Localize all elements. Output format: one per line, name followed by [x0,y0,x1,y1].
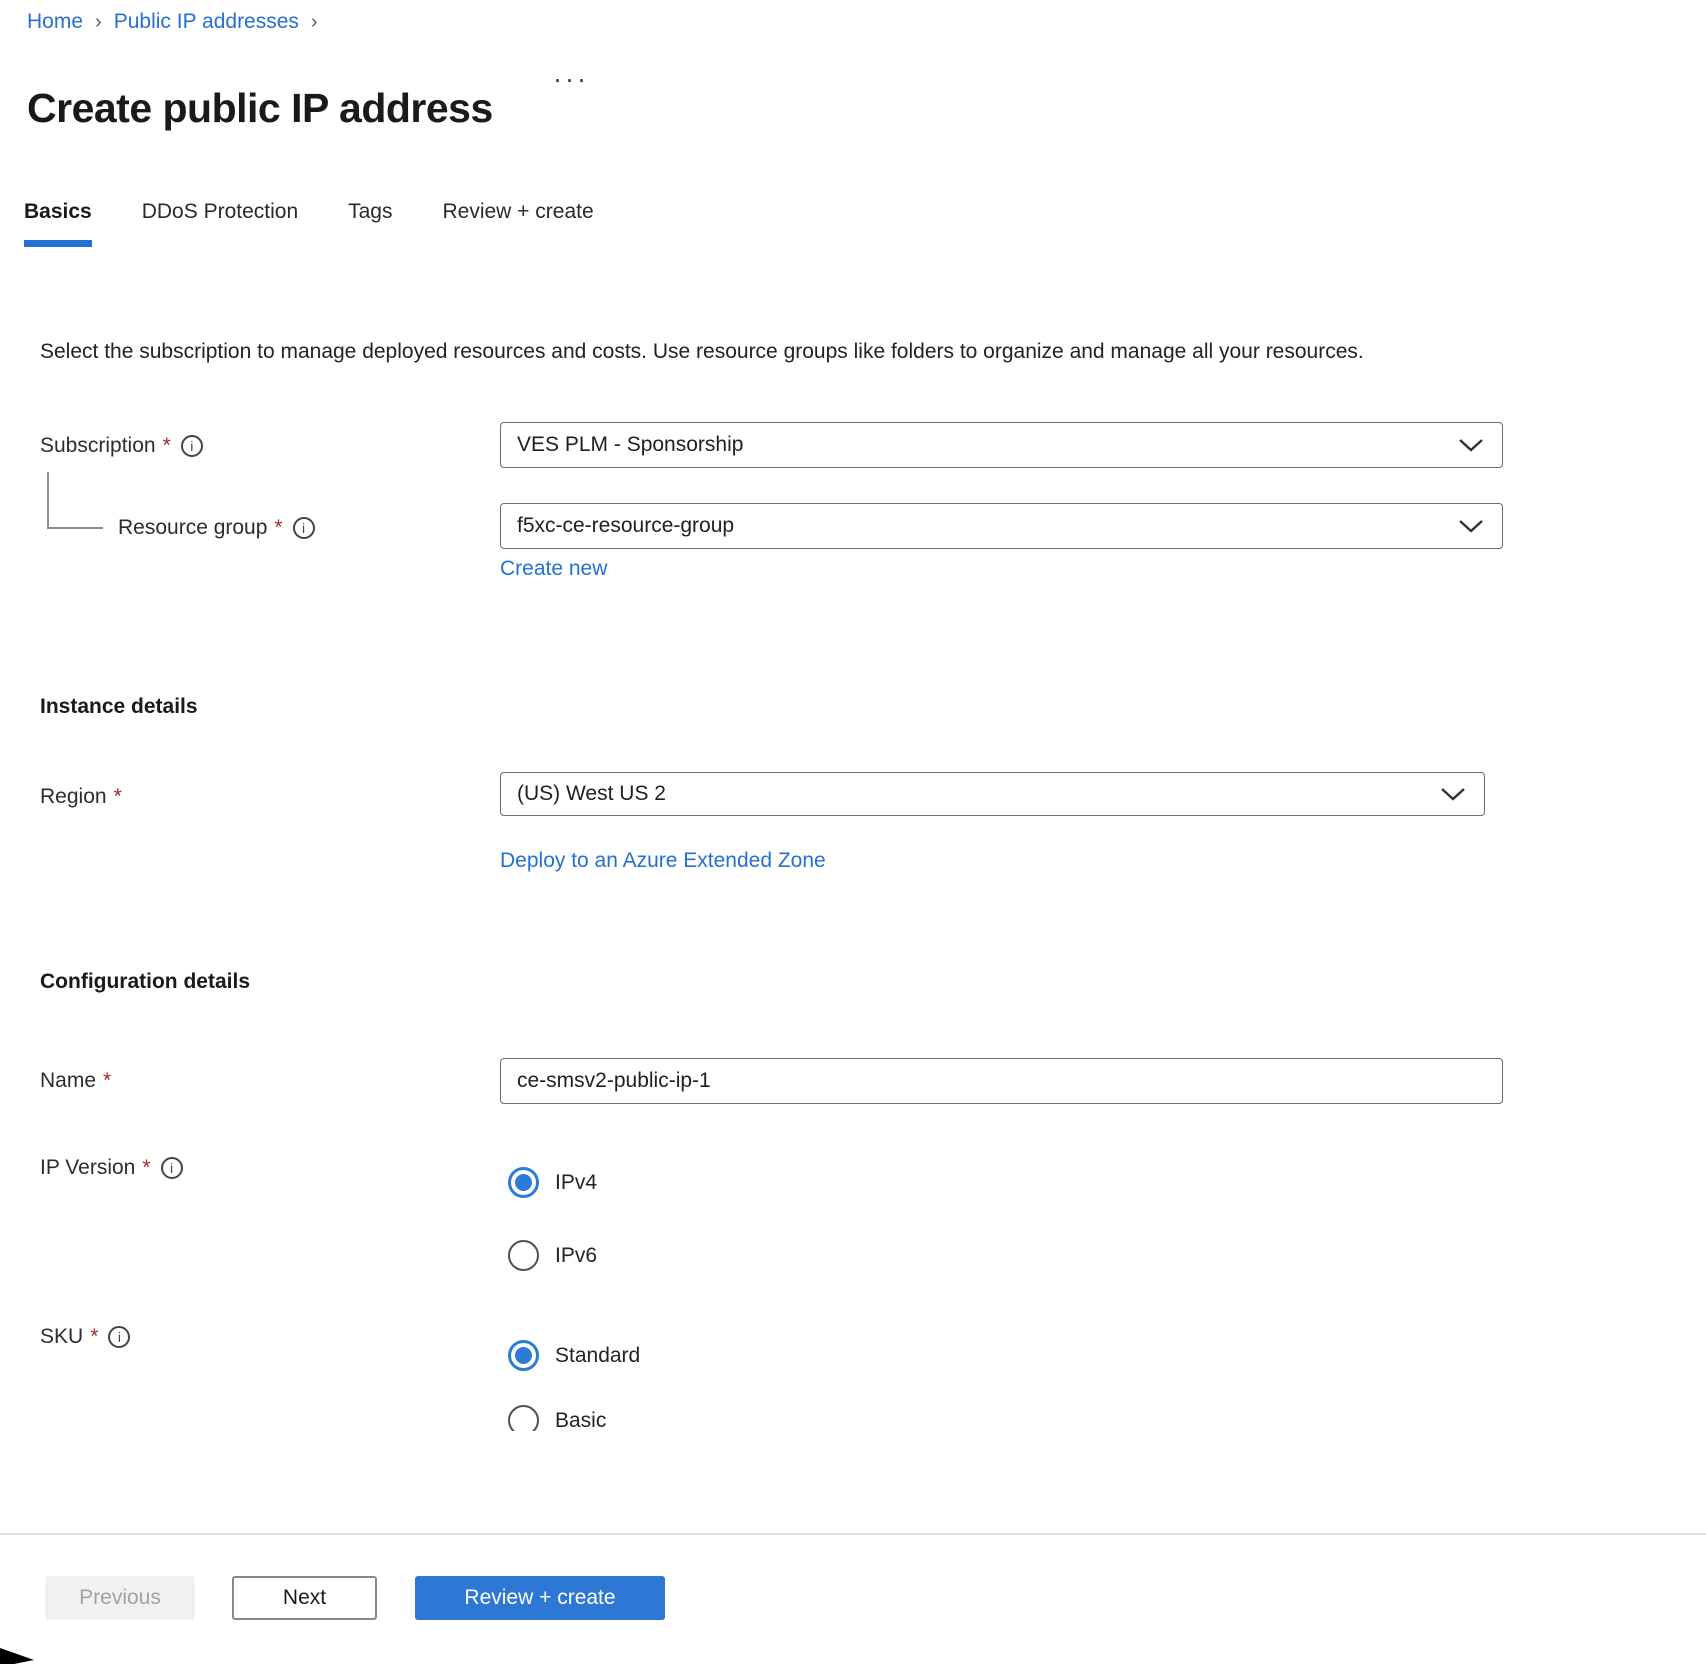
hierarchy-connector [47,527,103,529]
breadcrumb-home-link[interactable]: Home [27,10,83,34]
breadcrumb-separator-icon: › [311,11,318,34]
ipv6-radio[interactable] [508,1240,539,1271]
subscription-select[interactable]: VES PLM - Sponsorship [500,422,1503,468]
create-public-ip-page: { "ui": { "breadcrumb_separator": "›", "… [0,0,1706,1664]
resource-group-label: Resource group * i [118,516,315,540]
next-button[interactable]: Next [232,1576,377,1620]
tab-tags[interactable]: Tags [348,200,392,247]
tab-bar: Basics DDoS Protection Tags Review + cre… [24,200,594,247]
name-input[interactable] [500,1058,1503,1104]
region-select[interactable]: (US) West US 2 [500,772,1485,816]
info-icon[interactable]: i [293,517,315,539]
sku-label: SKU * i [40,1325,130,1349]
sku-basic-radio-label[interactable]: Basic [555,1409,606,1431]
tab-review-create[interactable]: Review + create [442,200,593,247]
previous-button[interactable]: Previous [45,1576,195,1620]
ipv6-radio-label[interactable]: IPv6 [555,1244,597,1268]
form-scroll-area: Home › Public IP addresses › Create publ… [0,0,1706,1431]
resource-group-label-text: Resource group [118,516,267,540]
more-menu-icon[interactable]: ··· [553,64,589,95]
resource-group-select[interactable]: f5xc-ce-resource-group [500,503,1503,549]
region-label-text: Region [40,785,107,809]
deploy-extended-zone-link[interactable]: Deploy to an Azure Extended Zone [500,849,826,873]
name-label: Name * [40,1069,111,1093]
ip-version-label: IP Version * i [40,1156,183,1180]
chevron-down-icon [1458,519,1484,533]
instance-details-heading: Instance details [40,695,198,719]
breadcrumb: Home › Public IP addresses › [27,10,318,34]
required-marker: * [142,1156,150,1180]
mouse-cursor [0,1646,36,1664]
ipv4-radio-label[interactable]: IPv4 [555,1171,597,1195]
sku-standard-radio[interactable] [508,1340,539,1371]
page-title: Create public IP address [27,85,493,132]
region-value: (US) West US 2 [517,782,666,806]
footer-action-bar: Previous Next Review + create [0,1535,1706,1664]
create-new-link[interactable]: Create new [500,557,607,581]
required-marker: * [163,434,171,458]
breadcrumb-public-ip-link[interactable]: Public IP addresses [114,10,299,34]
sku-standard-radio-label[interactable]: Standard [555,1344,640,1368]
hierarchy-connector [47,472,49,529]
configuration-details-heading: Configuration details [40,970,250,994]
required-marker: * [103,1069,111,1093]
region-label: Region * [40,785,122,809]
info-icon[interactable]: i [161,1157,183,1179]
breadcrumb-separator-icon: › [95,11,102,34]
tab-basics[interactable]: Basics [24,200,92,247]
info-icon[interactable]: i [181,435,203,457]
chevron-down-icon [1458,438,1484,452]
tab-ddos-protection[interactable]: DDoS Protection [142,200,298,247]
sku-basic-radio[interactable] [508,1405,539,1431]
resource-group-value: f5xc-ce-resource-group [517,514,734,538]
subscription-label-text: Subscription [40,434,156,458]
review-create-button[interactable]: Review + create [415,1576,665,1620]
intro-text: Select the subscription to manage deploy… [40,335,1375,368]
info-icon[interactable]: i [108,1326,130,1348]
sku-label-text: SKU [40,1325,83,1349]
subscription-value: VES PLM - Sponsorship [517,433,743,457]
name-label-text: Name [40,1069,96,1093]
required-marker: * [274,516,282,540]
chevron-down-icon [1440,787,1466,801]
required-marker: * [114,785,122,809]
ipv4-radio[interactable] [508,1167,539,1198]
required-marker: * [90,1325,98,1349]
subscription-label: Subscription * i [40,434,203,458]
ip-version-label-text: IP Version [40,1156,135,1180]
